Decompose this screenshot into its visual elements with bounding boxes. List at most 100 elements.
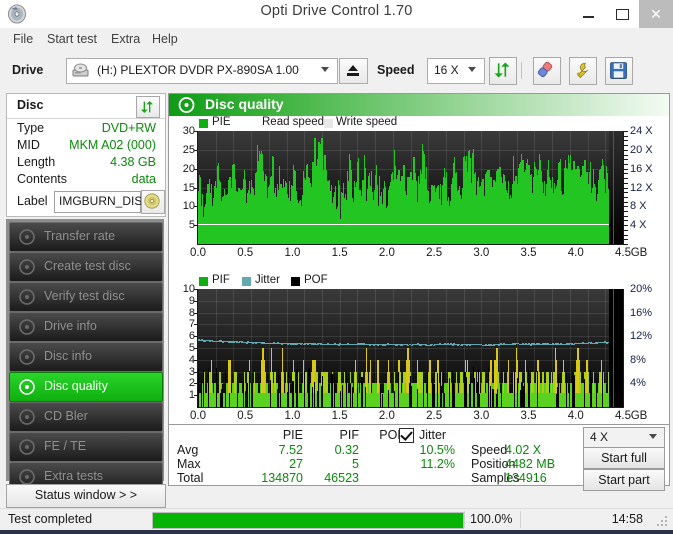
- position-result-value: 4482 MB: [505, 457, 556, 471]
- max-pie: 27: [289, 457, 303, 471]
- x-axis-label: GB: [630, 410, 648, 422]
- max-pif: 5: [352, 457, 359, 471]
- disc-label-key: Label: [17, 194, 48, 208]
- y-tick-label-right: 16%: [630, 306, 653, 319]
- progress-bar: [152, 512, 464, 529]
- menu-help[interactable]: Help: [147, 31, 183, 48]
- legend-swatch-write-speed: [324, 119, 333, 128]
- status-window-label: Status window > >: [34, 488, 138, 502]
- disc-panel-title: Disc: [17, 98, 44, 112]
- x-tick-label: 0.5: [237, 247, 254, 259]
- disc-refresh-button[interactable]: [136, 96, 160, 118]
- x-tick-label: 2.5: [426, 410, 443, 422]
- x-axis-label: GB: [630, 247, 648, 259]
- disc-row-contents: Contents data: [7, 172, 165, 189]
- avg-pie: 7.52: [278, 443, 303, 457]
- nav-item-verify-test-disc[interactable]: Verify test disc: [9, 282, 163, 312]
- pie-plot-area: [198, 131, 623, 244]
- disc-row-value: DVD+RW: [101, 121, 156, 135]
- nav-item-label: Drive info: [44, 319, 97, 333]
- drive-select[interactable]: (H:) PLEXTOR DVDR PX-890SA 1.00: [66, 58, 338, 84]
- disc-row-value: 4.38 GB: [110, 155, 156, 169]
- position-marker: [612, 131, 615, 244]
- menu-start-test[interactable]: Start test: [42, 31, 102, 48]
- menu-extra[interactable]: Extra: [106, 31, 145, 48]
- eject-button[interactable]: [339, 58, 368, 84]
- drive-value: (H:) PLEXTOR DVDR PX-890SA 1.00: [97, 63, 299, 77]
- disc-label-input[interactable]: IMGBURN_DIS: [54, 191, 143, 213]
- x-tick-label: 1.0: [284, 247, 301, 259]
- position-marker: [612, 289, 615, 407]
- nav-item-disc-info[interactable]: Disc info: [9, 342, 163, 372]
- nav-item-label: Verify test disc: [44, 289, 125, 303]
- x-tick-label: 0.0: [190, 247, 206, 259]
- nav-item-label: CD Bler: [44, 409, 88, 423]
- nav-item-cd-bler[interactable]: CD Bler: [9, 402, 163, 432]
- x-tick-label: 3.5: [520, 410, 537, 422]
- y-tick-label: 3: [188, 365, 195, 378]
- minimize-icon: [583, 16, 594, 18]
- y-tick-label: 10: [182, 200, 195, 213]
- speed-select[interactable]: 16 X: [427, 58, 485, 84]
- row-label-total: Total: [177, 471, 204, 485]
- save-button[interactable]: [605, 57, 633, 85]
- maximize-icon: [616, 9, 629, 20]
- erase-button[interactable]: [533, 57, 561, 85]
- refresh-button[interactable]: [489, 57, 517, 85]
- nav-item-create-test-disc[interactable]: Create test disc: [9, 252, 163, 282]
- y-tick-label: 2: [188, 377, 195, 390]
- refresh-icon: [494, 62, 510, 78]
- close-button[interactable]: ✕: [639, 0, 673, 28]
- disc-label-button[interactable]: [141, 190, 165, 214]
- nav-item-drive-info[interactable]: Drive info: [9, 312, 163, 342]
- nav-item-label: Transfer rate: [44, 229, 116, 243]
- drive-icon: [72, 63, 89, 77]
- avg-jitter: 10.5%: [419, 443, 455, 457]
- bitsetting-button[interactable]: [569, 57, 597, 85]
- jitter-checkbox[interactable]: [399, 428, 414, 443]
- speed-value: 16 X: [434, 63, 459, 77]
- nav-item-fe-te[interactable]: FE / TE: [9, 432, 163, 462]
- y-tick-label: 5: [188, 219, 195, 232]
- x-tick-label: 4.0: [567, 247, 584, 259]
- disc-quality-icon: [178, 97, 195, 113]
- resize-grip[interactable]: [657, 516, 669, 528]
- maximize-button[interactable]: [605, 0, 639, 28]
- disc-row-type: Type DVD+RW: [7, 121, 165, 138]
- minimize-button[interactable]: [571, 0, 605, 28]
- start-full-button[interactable]: Start full: [583, 447, 665, 469]
- y-tick-label: 6: [188, 330, 195, 343]
- start-part-label: Start part: [598, 473, 650, 487]
- x-tick-label: 1.0: [284, 410, 301, 422]
- refresh-icon: [141, 101, 153, 113]
- drive-toolbar: Drive (H:) PLEXTOR DVDR PX-890SA 1.00 Sp…: [0, 51, 673, 91]
- disc-icon: [19, 469, 35, 485]
- disc-icon: [19, 259, 35, 275]
- disc-label-value: IMGBURN_DIS: [59, 194, 143, 208]
- y-tick-label-right: 24 X: [630, 125, 653, 137]
- y-tick-label-right: 20 X: [630, 143, 653, 156]
- test-speed-select[interactable]: 4 X: [583, 427, 665, 448]
- y-tick-label: 7: [188, 318, 195, 331]
- start-part-button[interactable]: Start part: [583, 469, 665, 491]
- x-tick-label: 1.5: [331, 247, 348, 259]
- nav-item-disc-quality[interactable]: Disc quality: [9, 372, 163, 402]
- cd-disc-icon: [144, 193, 160, 209]
- disc-icon: [19, 229, 35, 245]
- nav-item-transfer-rate[interactable]: Transfer rate: [9, 222, 163, 252]
- y-tick-label: 5: [188, 342, 195, 354]
- menu-file[interactable]: File: [8, 31, 38, 48]
- disc-label-row: Label IMGBURN_DIS: [7, 190, 165, 214]
- legend-label-pof: POF: [304, 274, 328, 286]
- y-tick-label: 9: [188, 294, 195, 307]
- x-tick-label: 3.0: [473, 247, 490, 259]
- y-tick-label: 8: [188, 306, 195, 319]
- disc-row-key: Contents: [17, 172, 68, 186]
- y-tick-label: 20: [182, 162, 195, 175]
- disc-row-value: data: [131, 172, 156, 186]
- nav-item-label: Disc quality: [44, 379, 108, 393]
- max-jitter: 11.2%: [420, 457, 455, 471]
- status-window-button[interactable]: Status window > >: [6, 484, 166, 508]
- start-full-label: Start full: [601, 451, 647, 465]
- legend-label-jitter: Jitter: [255, 274, 280, 286]
